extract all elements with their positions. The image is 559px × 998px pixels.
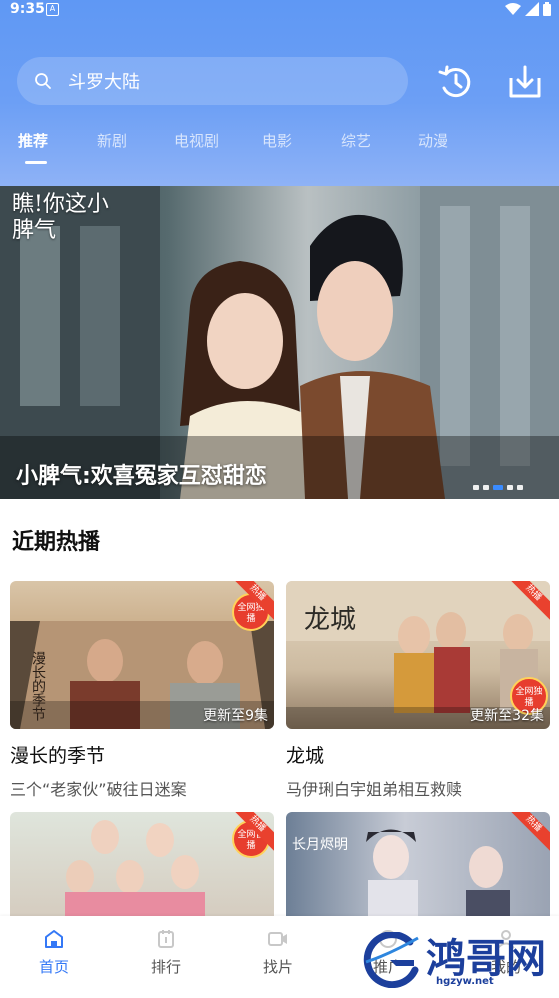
- video-card[interactable]: 漫长的季节 全网独播 热播 更新至9集 漫长的季节 三个“老家伙”破往日迷案: [10, 581, 274, 800]
- banner-pagination: [473, 485, 523, 490]
- home-icon: [45, 930, 63, 948]
- poster-title-art: 龙城: [304, 605, 357, 635]
- nav-label: 排行: [150, 958, 181, 976]
- nav-ranking[interactable]: 排行: [136, 928, 196, 977]
- history-icon[interactable]: [436, 62, 476, 102]
- tab-new-drama[interactable]: 新剧: [97, 130, 127, 151]
- video-description: 三个“老家伙”破往日迷案: [10, 780, 187, 799]
- search-input[interactable]: 斗罗大陆: [68, 68, 140, 94]
- banner-caption: 小脾气:欢喜冤家互怼甜恋: [16, 464, 267, 489]
- episode-update: 更新至9集: [203, 708, 268, 724]
- tab-tv-series[interactable]: 电视剧: [174, 130, 219, 151]
- banner-show-logo: 瞧!你这小脾气: [12, 192, 109, 243]
- tab-recommend[interactable]: 推荐: [18, 130, 48, 151]
- poster-title-art: 长月烬明: [292, 837, 348, 853]
- hot-corner-tag: 热播: [230, 812, 274, 856]
- tab-movie[interactable]: 电影: [262, 130, 292, 151]
- video-title[interactable]: 漫长的季节: [10, 741, 274, 768]
- status-indicators: [505, 2, 551, 16]
- download-icon[interactable]: [505, 62, 545, 102]
- hot-corner-tag: 热播: [506, 812, 550, 856]
- video-thumbnail[interactable]: 漫长的季节 全网独播 热播 更新至9集: [10, 581, 274, 729]
- status-bar: 9:35 A: [0, 0, 559, 20]
- hot-corner-tag: 热播: [230, 581, 274, 625]
- video-camera-icon: [268, 932, 287, 946]
- status-time: 9:35: [10, 1, 45, 17]
- pagination-dot[interactable]: [507, 485, 513, 490]
- nav-find-video[interactable]: 找片: [248, 928, 308, 977]
- category-tabs: 推荐 新剧 电视剧 电影 综艺 动漫: [0, 130, 559, 170]
- cell-signal-icon: [525, 2, 539, 16]
- section-title: 近期热播: [12, 530, 101, 555]
- nav-home[interactable]: 首页: [24, 928, 84, 977]
- hero-banner[interactable]: 瞧!你这小脾气 小脾气:欢喜冤家互怼甜恋: [0, 186, 559, 499]
- search-bar[interactable]: 斗罗大陆: [17, 57, 408, 105]
- watermark-url: hgzyw.net: [436, 976, 494, 987]
- poster-title-art: 漫长的季节: [30, 651, 46, 721]
- notification-app-icon: A: [46, 3, 59, 16]
- nav-label: 首页: [38, 958, 69, 976]
- pagination-dot[interactable]: [517, 485, 523, 490]
- app-header: 9:35 A 斗罗大陆 推荐 新剧 电视剧 电影 综艺 动漫: [0, 0, 559, 186]
- battery-icon: [543, 2, 551, 16]
- wifi-icon: [505, 3, 521, 15]
- pagination-dot[interactable]: [483, 485, 489, 490]
- tab-variety[interactable]: 综艺: [341, 130, 371, 151]
- hot-corner-tag: 热播: [506, 581, 550, 625]
- video-card[interactable]: 龙城 全网独播 热播 更新至32集 龙城 马伊琍白宇姐弟相互救赎: [286, 581, 550, 800]
- watermark-logo-icon: [363, 932, 419, 988]
- pagination-dot[interactable]: [473, 485, 479, 490]
- ranking-icon: [158, 930, 174, 948]
- search-icon: [35, 73, 51, 89]
- tab-indicator: [25, 161, 47, 164]
- pagination-dot-active[interactable]: [493, 485, 503, 490]
- video-title[interactable]: 龙城: [286, 741, 550, 768]
- tab-anime[interactable]: 动漫: [418, 130, 448, 151]
- nav-label: 找片: [262, 958, 293, 976]
- video-description: 马伊琍白宇姐弟相互救赎: [286, 780, 463, 799]
- episode-update: 更新至32集: [470, 708, 544, 724]
- watermark: 鸿哥网 hgzyw.net: [360, 926, 559, 998]
- video-thumbnail[interactable]: 龙城 全网独播 热播 更新至32集: [286, 581, 550, 729]
